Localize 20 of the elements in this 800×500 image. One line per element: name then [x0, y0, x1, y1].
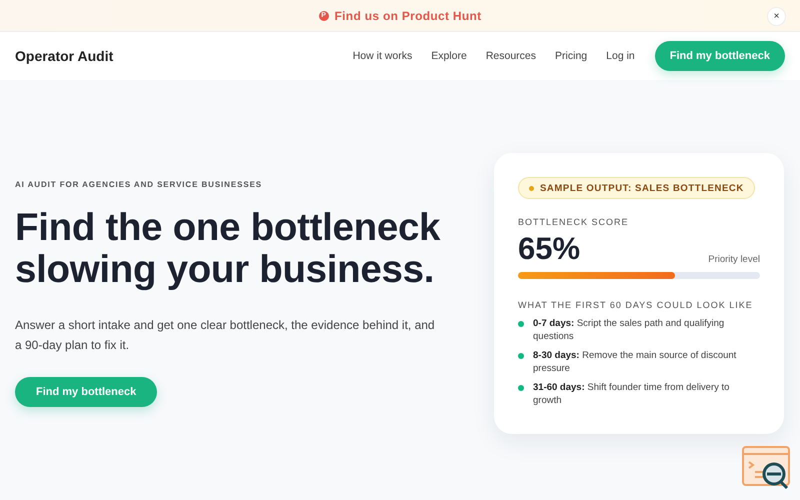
plan-item: 8-30 days: Remove the main source of discount pressure	[533, 350, 738, 375]
headline: slowing your business.	[15, 249, 434, 291]
plan-title: WHAT THE FIRST 60 DAYS COULD LOOK LIKE	[518, 300, 754, 310]
level-label: Priority level	[708, 254, 760, 267]
brand-name[interactable]: Operator Audit	[15, 48, 114, 64]
nav-link[interactable]: Log in	[606, 50, 635, 62]
badge-text: SAMPLE OUTPUT: SALES BOTTLENECK	[540, 182, 744, 194]
close-button[interactable]: ×	[767, 7, 786, 26]
score-label: BOTTLENECK SCORE	[518, 217, 630, 227]
headline: Find the one bottleneck	[15, 207, 440, 249]
nav-link[interactable]: How it works	[352, 50, 412, 62]
lead-paragraph: Answer a short intake and get one clear bottleneck, the evidence behind it, and a 90-day plan to fix it.	[15, 317, 435, 354]
browser-search-icon[interactable]	[742, 446, 790, 490]
nav-link[interactable]: Explore	[431, 50, 467, 62]
nav-link[interactable]: Resources	[486, 50, 536, 62]
score-value: 65%	[518, 231, 580, 267]
plan-item: 0-7 days: Script the sales path and qualifying questions	[533, 318, 726, 343]
plan-item: 31-60 days: Shift founder time from delivery to growth	[533, 382, 730, 407]
nav-link[interactable]: Pricing	[555, 50, 588, 62]
eyebrow-text: AI AUDIT FOR AGENCIES AND SERVICE BUSINESSES	[15, 180, 264, 189]
